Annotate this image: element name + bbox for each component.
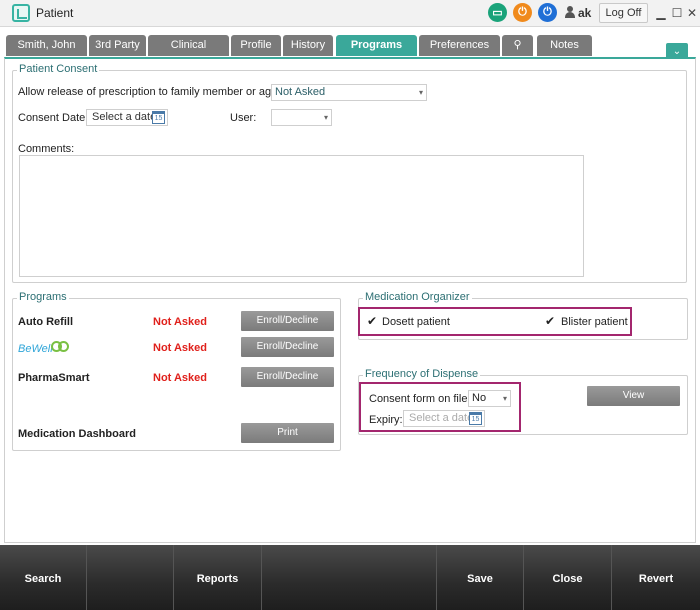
chevron-down-icon: ▾	[323, 113, 328, 122]
tab-programs[interactable]: Programs	[336, 35, 417, 56]
bewell-ring-icon	[58, 341, 69, 352]
tab-3rd-party[interactable]: 3rd Party	[89, 35, 146, 56]
blister-checkbox[interactable]: ✔	[545, 314, 555, 328]
comments-textarea[interactable]	[19, 155, 584, 277]
tab-attachments[interactable]: ⚲	[502, 35, 533, 56]
user-select[interactable]: ▾	[271, 109, 332, 126]
tab-profile[interactable]: Profile	[231, 35, 281, 56]
release-select[interactable]: Not Asked ▾	[271, 84, 427, 101]
release-select-value: Not Asked	[275, 86, 326, 98]
paperclip-icon: ⚲	[513, 39, 522, 51]
enroll-decline-button-auto-refill[interactable]: Enroll/Decline	[241, 311, 334, 331]
close-button[interactable]: Close	[524, 545, 612, 610]
consent-date-value: Select a date	[92, 111, 157, 123]
tab-history[interactable]: History	[283, 35, 333, 56]
programs-section: Programs Auto Refill Not Asked Enroll/De…	[12, 291, 341, 451]
user-label: User:	[230, 112, 257, 124]
programs-legend: Programs	[17, 291, 69, 303]
tab-patient-name[interactable]: Smith, John	[6, 35, 87, 56]
bewell-logo-text: BeWell	[18, 343, 53, 355]
print-button[interactable]: Print	[241, 423, 334, 443]
expiry-date-picker[interactable]: Select a date 15	[403, 410, 485, 427]
patient-consent-legend: Patient Consent	[17, 63, 100, 75]
comments-label: Comments:	[18, 143, 75, 155]
calendar-icon[interactable]: 15	[469, 412, 482, 425]
monitor-icon[interactable]: ▭	[488, 3, 507, 22]
power-blue-icon[interactable]: ⏻	[538, 3, 557, 22]
close-window-button[interactable]: ✕	[683, 3, 700, 23]
app-logo-icon	[12, 4, 30, 22]
program-status-pharmasmart: Not Asked	[153, 372, 207, 384]
consent-date-picker[interactable]: Select a date 15	[86, 109, 168, 126]
bottom-action-bar: Search Reports Save Close Revert	[0, 545, 700, 610]
expiry-label: Expiry:	[369, 414, 403, 426]
program-name-pharmasmart: PharmaSmart	[18, 372, 90, 384]
main-content: Patient Consent Allow release of prescri…	[4, 57, 696, 543]
medication-organizer-legend: Medication Organizer	[363, 291, 472, 303]
save-button[interactable]: Save	[437, 545, 524, 610]
tab-preferences[interactable]: Preferences	[419, 35, 500, 56]
frequency-of-dispense-legend: Frequency of Dispense	[363, 368, 481, 380]
consent-form-label: Consent form on file:	[369, 393, 471, 405]
power-orange-icon[interactable]: ⏻	[513, 3, 532, 22]
enroll-decline-button-pharmasmart[interactable]: Enroll/Decline	[241, 367, 334, 387]
revert-button[interactable]: Revert	[612, 545, 700, 610]
tab-clinical[interactable]: Clinical	[148, 35, 229, 56]
tab-bar: Smith, John 3rd Party Clinical Profile H…	[0, 27, 700, 57]
consent-form-value: No	[472, 392, 487, 404]
dosett-label: Dosett patient	[382, 316, 450, 328]
patient-consent-section: Patient Consent Allow release of prescri…	[12, 63, 687, 283]
user-name: ak	[578, 6, 592, 20]
user-icon	[565, 6, 575, 18]
logoff-button[interactable]: Log Off	[599, 3, 648, 23]
enroll-decline-button-bewell[interactable]: Enroll/Decline	[241, 337, 334, 357]
tab-notes[interactable]: Notes	[537, 35, 592, 56]
medication-dashboard-label: Medication Dashboard	[18, 428, 136, 440]
release-label: Allow release of prescription to family …	[18, 86, 290, 98]
window-title: Patient	[36, 6, 74, 20]
consent-form-select[interactable]: No ▾	[468, 390, 511, 407]
expiry-date-placeholder: Select a date	[409, 412, 474, 424]
empty-button-slot	[87, 545, 174, 610]
calendar-icon[interactable]: 15	[152, 111, 165, 124]
program-status-bewell: Not Asked	[153, 342, 207, 354]
empty-button-slot	[262, 545, 437, 610]
search-button[interactable]: Search	[0, 545, 87, 610]
chevron-down-icon: ▾	[418, 88, 423, 97]
program-status-auto-refill: Not Asked	[153, 316, 207, 328]
chevron-down-icon: ▾	[502, 394, 507, 403]
blister-label: Blister patient	[561, 316, 628, 328]
reports-button[interactable]: Reports	[174, 545, 262, 610]
program-name-auto-refill: Auto Refill	[18, 316, 73, 328]
consent-date-label: Consent Date:	[18, 112, 89, 124]
view-button[interactable]: View	[587, 386, 680, 406]
dosett-checkbox[interactable]: ✔	[367, 314, 377, 328]
title-bar: Patient ▭ ⏻ ⏻ ak Log Off ▁ ☐ ✕	[0, 0, 700, 27]
